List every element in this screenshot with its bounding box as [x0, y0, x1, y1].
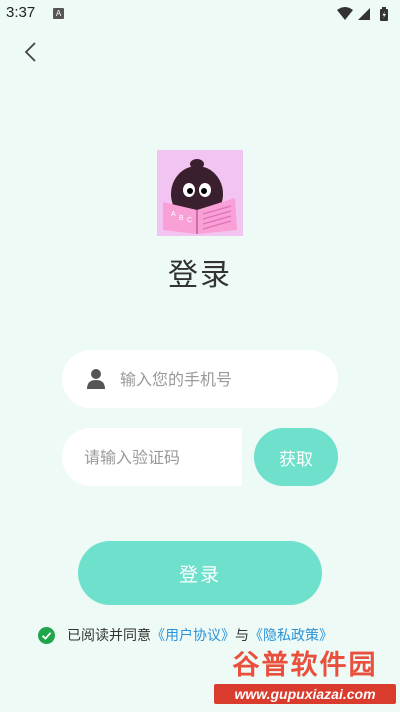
phone-field[interactable]	[62, 350, 338, 408]
svg-text:B: B	[179, 215, 184, 222]
code-field[interactable]	[62, 428, 242, 486]
status-icons	[336, 6, 392, 22]
get-code-button[interactable]: 获取	[254, 428, 338, 486]
user-icon	[87, 369, 105, 389]
code-input[interactable]	[84, 428, 234, 486]
user-agreement-link[interactable]: 《用户协议》	[151, 625, 235, 645]
login-button[interactable]: 登录	[78, 541, 322, 605]
agreement-row: 已阅读并同意 《用户协议》 与 《隐私政策》	[38, 624, 333, 646]
wifi-icon	[337, 7, 353, 20]
svg-text:C: C	[187, 217, 192, 224]
battery-icon	[380, 7, 388, 21]
back-arrow-icon	[24, 42, 36, 62]
agreement-prefix: 已阅读并同意	[67, 628, 151, 644]
watermark-url: www.gupuxiazai.com	[214, 684, 396, 704]
agreement-joiner: 与	[235, 628, 249, 644]
status-bar: 3:37 A	[0, 0, 400, 28]
page-title: 登录	[168, 258, 232, 293]
status-time: 3:37	[6, 4, 36, 21]
app-logo: A B C	[157, 150, 243, 236]
svg-text:A: A	[171, 211, 176, 218]
signal-icon	[358, 8, 370, 20]
watermark-title: 谷普软件园	[232, 650, 378, 681]
privacy-policy-link[interactable]: 《隐私政策》	[249, 625, 333, 645]
check-circle-icon[interactable]	[38, 626, 55, 644]
back-button[interactable]	[20, 40, 44, 64]
watermark: 谷普软件园 www.gupuxiazai.com	[214, 650, 396, 708]
phone-input[interactable]	[120, 350, 320, 408]
notification-icon: A	[53, 8, 64, 19]
